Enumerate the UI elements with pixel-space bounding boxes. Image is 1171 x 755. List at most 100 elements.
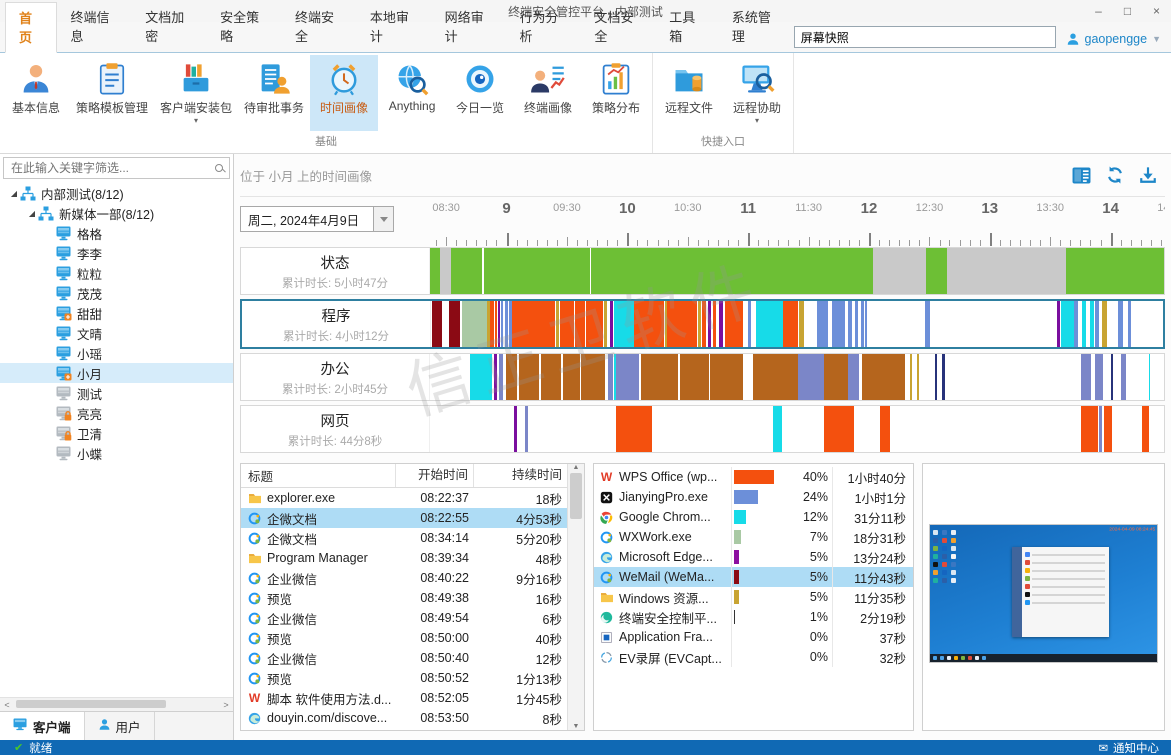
edge-icon: [247, 711, 262, 726]
table-row[interactable]: explorer.exe 08:22:37 18秒: [241, 488, 567, 508]
tree-item-卫清[interactable]: 卫清: [0, 423, 233, 443]
close-button[interactable]: ×: [1142, 0, 1171, 22]
app-usage-row[interactable]: Application Fra... 0% 37秒: [594, 627, 913, 647]
timeline-segment: [1081, 354, 1091, 400]
timeline-row-状态[interactable]: 状态 累计时长: 5小时47分: [240, 247, 1165, 295]
menu-tab-行为分析[interactable]: 行为分析: [507, 2, 582, 53]
table-row[interactable]: douyin.com/discove... 08:53:50 8秒: [241, 708, 567, 728]
table-row[interactable]: 企业微信 08:40:22 9分16秒: [241, 568, 567, 588]
scroll-thumb[interactable]: [570, 473, 582, 519]
menu-tab-文档加密[interactable]: 文档加密: [132, 2, 207, 53]
taskbar-icon: [954, 656, 958, 660]
timeline-segment: [1081, 406, 1098, 452]
menu-tab-文档安全[interactable]: 文档安全: [581, 2, 656, 53]
ribbon-item-远程文件[interactable]: 远程文件: [655, 55, 723, 131]
app-usage-row[interactable]: W WPS Office (wp... 40% 1小时40分: [594, 467, 913, 487]
app-usage-row[interactable]: WXWork.exe 7% 18分31秒: [594, 527, 913, 547]
expand-arrow-icon[interactable]: ◢: [26, 209, 38, 218]
app-usage-row[interactable]: JianyingPro.exe 24% 1小时1分: [594, 487, 913, 507]
ribbon-item-策略分布[interactable]: 策略分布: [582, 55, 650, 131]
horizontal-scrollbar[interactable]: < >: [0, 697, 233, 711]
minimize-button[interactable]: –: [1084, 0, 1113, 22]
tree-item-小蝶[interactable]: 小蝶: [0, 443, 233, 463]
scroll-right-icon[interactable]: >: [219, 700, 233, 710]
ribbon-item-客户端安装包[interactable]: 客户端安装包 ▾: [154, 55, 238, 131]
tree-item-文晴[interactable]: 文晴: [0, 323, 233, 343]
tree-item-茂茂[interactable]: 茂茂: [0, 283, 233, 303]
tree-item-李李[interactable]: 李李: [0, 243, 233, 263]
tree-item-内部测试(8/12)[interactable]: ◢ 内部测试(8/12): [0, 183, 233, 203]
table-row[interactable]: Program Manager 08:39:34 48秒: [241, 548, 567, 568]
app-name-cell: WXWork.exe: [619, 530, 692, 544]
timeline-segment: [916, 354, 919, 400]
menu-tab-网络审计[interactable]: 网络审计: [432, 2, 507, 53]
download-icon[interactable]: [1139, 166, 1157, 184]
ribbon-item-终端画像[interactable]: 终端画像: [514, 55, 582, 131]
ribbon-item-策略模板管理[interactable]: 策略模板管理: [70, 55, 154, 131]
table-row[interactable]: 企业微信 08:49:54 6秒: [241, 608, 567, 628]
scroll-down-icon[interactable]: ▼: [573, 723, 580, 730]
search-icon[interactable]: [215, 163, 224, 173]
table-row[interactable]: 预览 08:50:00 40秒: [241, 628, 567, 648]
panel-toggle-icon[interactable]: [1072, 166, 1091, 184]
tree-item-格格[interactable]: 格格: [0, 223, 233, 243]
app-usage-row[interactable]: WeMail (WeMa... 5% 11分43秒: [594, 567, 913, 587]
menu-tab-系统管理[interactable]: 系统管理: [719, 2, 794, 53]
table-row[interactable]: W 脚本 软件使用方法.d... 08:52:05 1分45秒: [241, 688, 567, 708]
ribbon-item-Anything[interactable]: Anything: [378, 55, 446, 131]
tree-item-粒粒[interactable]: 粒粒: [0, 263, 233, 283]
search-input[interactable]: [793, 26, 1056, 48]
tree-item-测试[interactable]: 测试: [0, 383, 233, 403]
ribbon-item-基本信息[interactable]: 基本信息: [2, 55, 70, 131]
vertical-scrollbar[interactable]: ▲ ▼: [567, 464, 584, 730]
scroll-left-icon[interactable]: <: [0, 700, 14, 710]
axis-tick: [919, 240, 921, 246]
timeline-segment: [783, 301, 799, 347]
menu-tabs: 首页 终端信息 文档加密 安全策略 终端安全 本地审计 网络审计 行为分析 文档安全 工具箱 系统管…: [0, 2, 794, 53]
timeline-row-程序[interactable]: 程序 累计时长: 4小时12分: [240, 299, 1165, 349]
tree-item-小月[interactable]: 小月: [0, 363, 233, 383]
expand-arrow-icon[interactable]: ◢: [8, 189, 20, 198]
table-row[interactable]: 企微文档 08:34:14 5分20秒: [241, 528, 567, 548]
date-picker[interactable]: 周二, 2024年4月9日: [240, 206, 394, 232]
folder-remote-icon: [675, 70, 703, 92]
date-dropdown-button[interactable]: [373, 207, 393, 231]
app-usage-row[interactable]: Windows 资源... 5% 11分35秒: [594, 587, 913, 607]
timeline-row-办公[interactable]: 办公 累计时长: 2小时45分: [240, 353, 1165, 401]
app-usage-row[interactable]: Google Chrom... 12% 31分11秒: [594, 507, 913, 527]
sidebar-tab-客户端[interactable]: 客户端: [0, 712, 85, 740]
timeline-row-网页[interactable]: 网页 累计时长: 44分8秒: [240, 405, 1165, 453]
scroll-up-icon[interactable]: ▲: [573, 464, 580, 471]
ribbon-item-时间画像[interactable]: 时间画像: [310, 55, 379, 131]
filter-input[interactable]: [9, 160, 215, 176]
ribbon-item-待审批事务[interactable]: 待审批事务: [238, 55, 310, 131]
app-usage-row[interactable]: EV录屏 (EVCapt... 0% 32秒: [594, 647, 913, 667]
maximize-button[interactable]: □: [1113, 0, 1142, 22]
menu-tab-安全策略[interactable]: 安全策略: [207, 2, 282, 53]
sidebar-tab-用户[interactable]: 用户: [85, 712, 155, 740]
menu-tab-终端安全[interactable]: 终端安全: [282, 2, 357, 53]
tree-item-甜甜[interactable]: 甜甜: [0, 303, 233, 323]
app-usage-row[interactable]: 终端安全控制平... 1% 2分19秒: [594, 607, 913, 627]
notification-center[interactable]: ✉ 通知中心: [1098, 740, 1171, 755]
tree-item-新媒体一部(8/12)[interactable]: ◢ 新媒体一部(8/12): [0, 203, 233, 223]
table-row[interactable]: 预览 08:50:52 1分13秒: [241, 668, 567, 688]
scroll-thumb[interactable]: [16, 700, 166, 708]
table-row[interactable]: 企微文档 08:22:55 4分53秒: [241, 508, 567, 528]
ribbon-item-远程协助[interactable]: 远程协助 ▾: [723, 55, 791, 131]
ribbon-item-今日一览[interactable]: 今日一览: [446, 55, 514, 131]
duration-cell: 12秒: [535, 652, 562, 667]
refresh-icon[interactable]: [1106, 166, 1124, 184]
table-row[interactable]: 企业微信 08:50:40 12秒: [241, 648, 567, 668]
user-menu[interactable]: gaopengge ▼: [1056, 32, 1171, 52]
menu-tab-工具箱[interactable]: 工具箱: [656, 2, 719, 53]
app-usage-row[interactable]: Microsoft Edge... 5% 13分24秒: [594, 547, 913, 567]
tree-item-亮亮[interactable]: 亮亮: [0, 403, 233, 423]
app-duration-cell: 13分24秒: [853, 551, 906, 566]
table-row[interactable]: 预览 08:49:38 16秒: [241, 588, 567, 608]
menu-tab-本地审计[interactable]: 本地审计: [357, 2, 432, 53]
screenshot-thumbnail[interactable]: 2024-04-09 08:24:45: [929, 524, 1158, 663]
tree-item-小瑶[interactable]: 小瑶: [0, 343, 233, 363]
menu-tab-首页[interactable]: 首页: [5, 2, 58, 53]
menu-tab-终端信息[interactable]: 终端信息: [57, 2, 132, 53]
